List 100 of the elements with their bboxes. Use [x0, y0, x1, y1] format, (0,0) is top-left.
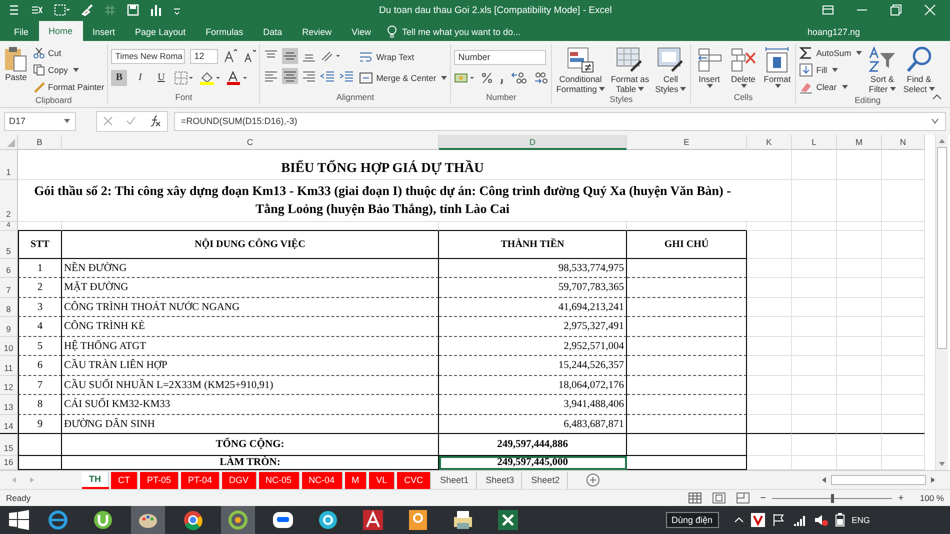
caret-icon[interactable] [775, 84, 782, 88]
clear-button[interactable]: Clear [799, 80, 862, 95]
row-header[interactable]: 9 [0, 317, 18, 337]
touch-mode-icon[interactable] [8, 4, 20, 16]
sheet-tab[interactable]: PT-04 [181, 472, 220, 489]
scroll-up-icon[interactable] [938, 138, 946, 144]
account-name[interactable]: hoang127.ng [807, 22, 860, 41]
tell-me-field[interactable]: Tell me what you want to do... [402, 22, 521, 41]
sheet-tab[interactable]: NC-04 [302, 472, 343, 489]
align-center-toggle[interactable] [282, 68, 298, 84]
caret-icon[interactable] [707, 84, 714, 88]
font-size-field[interactable]: 12 [190, 48, 218, 64]
vertical-scrollbar[interactable] [935, 134, 948, 470]
caret-icon[interactable] [741, 84, 748, 88]
middle-align-icon[interactable] [282, 48, 298, 64]
copy-button[interactable]: Copy [33, 62, 104, 78]
merge-center-button[interactable]: Merge & Center [359, 70, 448, 86]
column-header[interactable]: B [18, 134, 62, 150]
row-header[interactable]: 7 [0, 278, 18, 298]
flag-icon[interactable] [772, 513, 786, 528]
column-header[interactable]: N [882, 134, 925, 150]
row-header[interactable]: 6 [0, 258, 18, 278]
expand-icon[interactable] [931, 118, 939, 124]
column-header[interactable]: C [62, 134, 439, 150]
caret-icon[interactable] [441, 76, 448, 80]
windows-start-icon[interactable] [8, 510, 30, 530]
bold-toggle[interactable]: B [111, 70, 128, 86]
column-header[interactable]: L [792, 134, 837, 150]
row-header[interactable]: 5 [0, 230, 18, 259]
fill-color-icon[interactable] [199, 70, 222, 85]
caret-icon[interactable] [856, 51, 862, 56]
column-header[interactable]: M [837, 134, 882, 150]
autosum-button[interactable]: AutoSum [799, 46, 862, 61]
sheet-tab[interactable]: M [344, 472, 368, 489]
language-indicator[interactable]: ENG [852, 515, 870, 526]
grow-font-icon[interactable] [223, 49, 238, 64]
caret-icon[interactable] [842, 85, 848, 90]
scroll-left-icon[interactable] [821, 476, 827, 484]
name-box[interactable]: D17 [4, 112, 76, 131]
cells-button[interactable]: Insert [694, 46, 724, 92]
decrease-decimal-icon[interactable] [532, 70, 548, 85]
styles-button[interactable]: Conditional Formatting [555, 46, 606, 94]
save-icon[interactable] [127, 4, 139, 16]
ribbon-display-icon[interactable] [822, 4, 834, 16]
column-header[interactable]: D [439, 134, 627, 150]
sheet-tab[interactable]: DGV [222, 472, 257, 489]
close-icon[interactable] [924, 4, 936, 16]
dropdown-icon[interactable] [63, 118, 71, 124]
ribbon-tab[interactable]: Page Layout [125, 22, 196, 41]
ribbon-tab[interactable]: Insert [82, 22, 126, 41]
caret-icon[interactable] [598, 86, 605, 91]
muted-volume-icon[interactable] [814, 513, 828, 528]
row-header[interactable]: 15 [0, 433, 18, 456]
find-select-button[interactable]: Find & Select [902, 46, 936, 95]
italic-toggle[interactable]: I [132, 70, 148, 86]
border-icon[interactable] [174, 70, 194, 85]
ribbon-tab[interactable]: Home [38, 20, 83, 41]
sort-filter-button[interactable]: Sort & Filter [866, 46, 898, 95]
wrap-text-button[interactable]: Wrap Text [359, 50, 448, 65]
new-sheet-icon[interactable] [586, 472, 600, 487]
row-header[interactable]: 10 [0, 336, 18, 356]
row-header[interactable]: 13 [0, 395, 18, 415]
sheet-tab[interactable]: PT-05 [140, 472, 180, 489]
zoom-in-button[interactable]: + [898, 492, 904, 504]
row-header[interactable]: 11 [0, 356, 18, 376]
sheet-tab[interactable]: CT [111, 472, 138, 489]
tray-app-icon[interactable] [750, 513, 765, 528]
styles-button[interactable]: Cell Styles [654, 46, 688, 94]
cut-button[interactable]: Cut [33, 46, 104, 61]
restore-icon[interactable] [890, 4, 902, 16]
borders-icon[interactable] [54, 4, 70, 16]
percent-icon[interactable] [481, 70, 494, 85]
column-header[interactable]: K [747, 134, 792, 150]
sheet-tab[interactable]: TH [82, 472, 109, 487]
underline-toggle[interactable]: U [153, 70, 170, 86]
styles-button[interactable]: Format as Table [610, 46, 650, 94]
row-header[interactable]: 2 [0, 180, 18, 222]
caret-icon[interactable] [832, 68, 838, 72]
battery-icon[interactable] [834, 513, 845, 528]
ribbon-tab[interactable]: View [342, 22, 381, 41]
clear-format-icon[interactable] [31, 4, 43, 16]
formula-field[interactable]: =ROUND(SUM(D15:D16),-3) [174, 112, 946, 131]
zoom-out-button[interactable]: − [760, 492, 766, 504]
zoom-level[interactable]: 100 % [920, 493, 944, 504]
row-header[interactable]: 14 [0, 414, 18, 434]
ribbon-tab[interactable]: Formulas [196, 22, 254, 41]
caret-icon[interactable] [890, 86, 896, 91]
number-format-field[interactable]: Number [454, 50, 546, 65]
row-header[interactable]: 16 [0, 456, 18, 470]
signal-icon[interactable] [792, 513, 807, 528]
horizontal-scrollbar[interactable] [821, 474, 936, 486]
fill-button[interactable]: Fill [799, 62, 862, 78]
sheet-tab[interactable]: CVC [397, 472, 432, 489]
ribbon-tab[interactable]: File [4, 22, 39, 41]
cells-button[interactable]: Delete [728, 46, 758, 92]
increase-decimal-icon[interactable] [511, 70, 528, 85]
row-header[interactable]: 8 [0, 298, 18, 318]
sheet-tab[interactable]: NC-05 [258, 472, 300, 489]
currency-icon[interactable] [454, 70, 476, 85]
insert-function-icon[interactable] [148, 115, 161, 128]
